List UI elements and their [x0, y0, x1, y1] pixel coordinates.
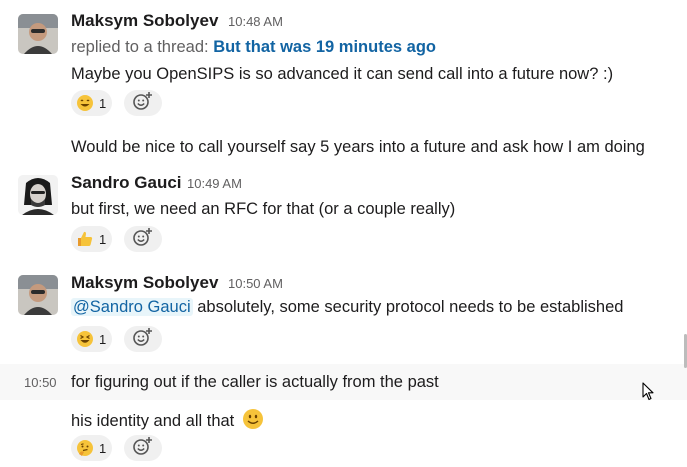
message-followup-text: for figuring out if the caller is actual…	[71, 373, 439, 391]
reaction-count: 1	[99, 331, 107, 347]
hover-timestamp[interactable]: 10:50	[24, 375, 57, 390]
message-text: absolutely, some security protocol needs…	[192, 298, 624, 316]
reaction-smile[interactable]: 1	[71, 90, 113, 116]
message-followup-text-2: his identity and all that	[71, 412, 235, 430]
smiley-inline-emoji-icon	[242, 408, 264, 435]
thread-link[interactable]: But that was 19 minutes ago	[213, 38, 436, 56]
avatar-maksym[interactable]	[18, 14, 58, 54]
timestamp[interactable]: 10:49 AM	[187, 176, 242, 191]
add-reaction-button[interactable]	[124, 90, 162, 116]
add-reaction-button[interactable]	[124, 226, 162, 252]
mouse-cursor-icon	[642, 382, 656, 407]
add-reaction-icon	[132, 227, 154, 252]
thumbs-up-emoji-icon	[76, 230, 94, 248]
smile-emoji-icon	[76, 94, 94, 112]
thread-reply-line: replied to a thread: But that was 19 min…	[71, 38, 436, 57]
reaction-thumbs-up[interactable]: 1	[71, 226, 113, 252]
message-followup-line-2: his identity and all that	[71, 408, 264, 435]
avatar-sandro[interactable]	[18, 175, 58, 215]
timestamp[interactable]: 10:48 AM	[228, 14, 283, 29]
add-reaction-icon	[132, 436, 154, 461]
thread-prefix: replied to a thread:	[71, 38, 209, 56]
reaction-thinking[interactable]: 1	[71, 435, 113, 461]
message-followup-text: Would be nice to call yourself say 5 yea…	[71, 138, 645, 156]
message-text: Maybe you OpenSIPS is so advanced it can…	[71, 65, 614, 83]
message-text-line: @Sandro Gauci absolutely, some security …	[71, 298, 623, 317]
avatar-maksym[interactable]	[18, 275, 58, 315]
author-name[interactable]: Maksym Sobolyev	[71, 273, 218, 293]
author-name[interactable]: Sandro Gauci	[71, 173, 182, 193]
add-reaction-icon	[132, 91, 154, 116]
reaction-count: 1	[99, 440, 107, 456]
reaction-laughing[interactable]: 1	[71, 326, 113, 352]
add-reaction-button[interactable]	[124, 326, 162, 352]
reaction-count: 1	[99, 231, 107, 247]
reaction-count: 1	[99, 95, 107, 111]
user-mention[interactable]: @Sandro Gauci	[71, 298, 193, 316]
timestamp[interactable]: 10:50 AM	[228, 276, 283, 291]
author-name[interactable]: Maksym Sobolyev	[71, 11, 218, 31]
message-text: but first, we need an RFC for that (or a…	[71, 200, 456, 218]
add-reaction-icon	[132, 327, 154, 352]
thinking-emoji-icon	[76, 439, 94, 457]
add-reaction-button[interactable]	[124, 435, 162, 461]
laughing-emoji-icon	[76, 330, 94, 348]
